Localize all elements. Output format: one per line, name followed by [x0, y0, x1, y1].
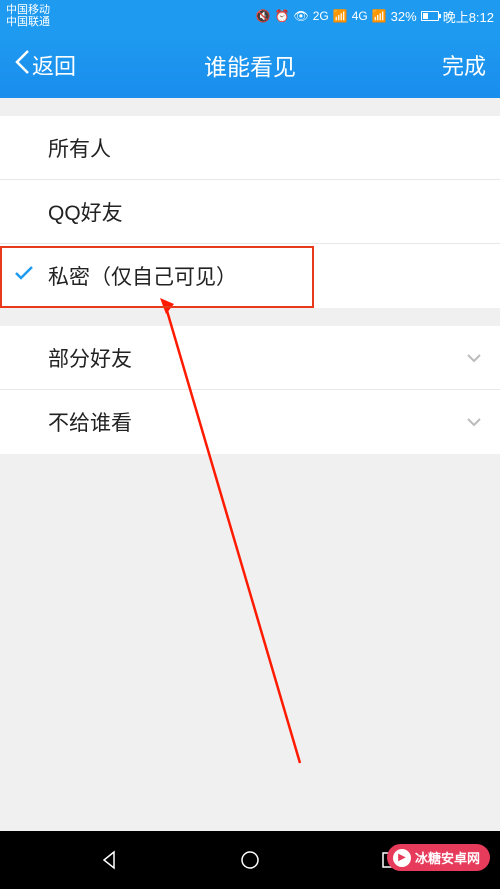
signal-2g: 2G [313, 9, 329, 23]
battery-icon [421, 11, 439, 21]
mute-icon: 🔇 [256, 9, 271, 23]
chevron-down-icon [466, 414, 482, 430]
option-label: 所有人 [48, 133, 111, 163]
option-hide-from[interactable]: 不给谁看 [0, 390, 500, 454]
option-private[interactable]: 私密（仅自己可见） [0, 244, 500, 308]
option-label: 不给谁看 [48, 407, 132, 437]
page-title: 谁能看见 [204, 48, 296, 82]
watermark-logo-icon: ▶ [393, 849, 411, 867]
option-qq-friends[interactable]: QQ好友 [0, 180, 500, 244]
option-everyone[interactable]: 所有人 [0, 116, 500, 180]
back-button[interactable]: 返回 [14, 49, 76, 81]
signal-bars-icon: 📶 [333, 9, 348, 23]
carrier-1: 中国移动 [6, 4, 50, 16]
eye-icon: 👁 [293, 9, 308, 23]
alarm-icon: ⏰ [275, 9, 290, 23]
visibility-options-group-1: 所有人 QQ好友 私密（仅自己可见） [0, 116, 500, 308]
signal-4g: 4G [352, 9, 368, 23]
watermark: ▶ 冰糖安卓网 [387, 844, 490, 871]
option-label: 部分好友 [48, 343, 132, 373]
nav-home-button[interactable] [238, 848, 262, 872]
carrier-2: 中国联通 [6, 16, 50, 28]
header-bar: 返回 谁能看见 完成 [0, 32, 500, 98]
option-label: 私密（仅自己可见） [48, 261, 237, 291]
signal-bars-2-icon: 📶 [372, 9, 387, 23]
carrier-info: 中国移动 中国联通 [6, 4, 50, 28]
nav-back-button[interactable] [98, 848, 122, 872]
battery-percent: 32% [391, 9, 417, 24]
chevron-down-icon [466, 350, 482, 366]
done-button[interactable]: 完成 [442, 49, 486, 81]
visibility-options-group-2: 部分好友 不给谁看 [0, 326, 500, 454]
check-icon [14, 265, 34, 287]
chevron-left-icon [14, 49, 30, 81]
status-bar: 中国移动 中国联通 🔇 ⏰ 👁 2G 📶 4G 📶 32% 晚上8:12 [0, 0, 500, 32]
option-some-friends[interactable]: 部分好友 [0, 326, 500, 390]
clock-time: 晚上8:12 [443, 7, 494, 26]
option-label: QQ好友 [48, 197, 123, 227]
status-icons: 🔇 ⏰ 👁 2G 📶 4G 📶 32% 晚上8:12 [256, 7, 494, 26]
watermark-brand: 冰糖安卓网 [415, 848, 480, 867]
back-label: 返回 [32, 49, 76, 81]
